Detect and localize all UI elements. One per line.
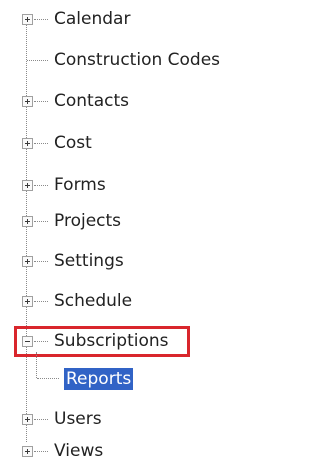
tree-connector-line <box>36 352 37 378</box>
expand-icon[interactable] <box>22 96 33 107</box>
expand-icon[interactable] <box>22 256 33 267</box>
tree-item-construction-codes[interactable]: Construction Codes <box>54 49 220 71</box>
expand-icon[interactable] <box>22 14 33 25</box>
tree-item-projects[interactable]: Projects <box>54 210 121 232</box>
tree-connector <box>34 101 48 102</box>
tree-item-contacts[interactable]: Contacts <box>54 90 129 112</box>
tree-connector <box>37 378 59 379</box>
navigation-tree: Calendar Construction Codes Contacts Cos… <box>0 0 243 474</box>
tree-item-reports[interactable]: Reports <box>64 368 134 390</box>
expand-icon[interactable] <box>22 414 33 425</box>
tree-connector <box>34 341 48 342</box>
tree-item-settings[interactable]: Settings <box>54 250 124 272</box>
collapse-icon[interactable] <box>22 336 33 347</box>
expand-icon[interactable] <box>22 180 33 191</box>
tree-item-calendar[interactable]: Calendar <box>54 8 130 30</box>
tree-connector <box>34 185 48 186</box>
tree-connector <box>34 419 48 420</box>
tree-connector <box>34 301 48 302</box>
tree-item-subscriptions[interactable]: Subscriptions <box>54 330 168 352</box>
expand-icon[interactable] <box>22 446 33 457</box>
tree-connector <box>34 19 48 20</box>
expand-icon[interactable] <box>22 296 33 307</box>
tree-connector <box>27 60 48 61</box>
tree-item-users[interactable]: Users <box>54 408 102 430</box>
tree-item-schedule[interactable]: Schedule <box>54 290 132 312</box>
tree-connector-line <box>26 24 27 442</box>
tree-connector <box>34 143 48 144</box>
tree-item-cost[interactable]: Cost <box>54 132 92 154</box>
tree-item-views[interactable]: Views <box>54 440 103 462</box>
expand-icon[interactable] <box>22 216 33 227</box>
tree-connector <box>34 261 48 262</box>
tree-connector <box>34 451 48 452</box>
expand-icon[interactable] <box>22 138 33 149</box>
tree-item-forms[interactable]: Forms <box>54 174 106 196</box>
tree-connector <box>34 221 48 222</box>
